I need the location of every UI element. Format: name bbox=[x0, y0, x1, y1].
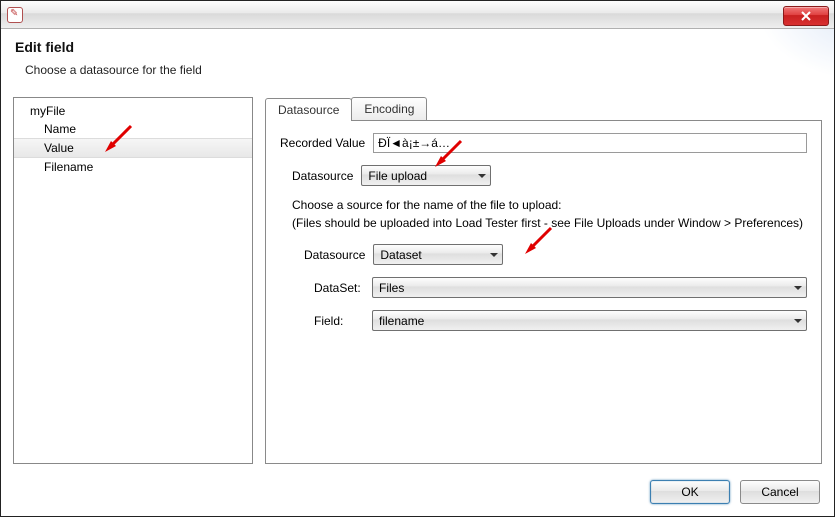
chevron-down-icon bbox=[490, 253, 498, 257]
chevron-down-icon bbox=[794, 286, 802, 290]
row-inner-datasource: Datasource Dataset bbox=[304, 244, 807, 265]
row-recorded-value: Recorded Value bbox=[280, 133, 807, 153]
right-pane: Datasource Encoding Recorded Value Datas… bbox=[265, 97, 822, 464]
dialog-body: myFile Name Value Filename Datasource En… bbox=[1, 91, 834, 470]
datasource-value: File upload bbox=[368, 169, 427, 183]
dataset-select[interactable]: Files bbox=[372, 277, 807, 298]
dataset-label: DataSet: bbox=[314, 281, 364, 295]
row-datasource: Datasource File upload bbox=[292, 165, 807, 186]
dialog-header: Edit field Choose a datasource for the f… bbox=[1, 29, 834, 91]
field-value: filename bbox=[379, 314, 424, 328]
titlebar bbox=[1, 1, 834, 29]
tab-datasource[interactable]: Datasource bbox=[265, 98, 352, 121]
tab-strip: Datasource Encoding bbox=[265, 97, 822, 120]
recorded-value-label: Recorded Value bbox=[280, 136, 365, 150]
tree-root[interactable]: myFile bbox=[14, 102, 252, 120]
cancel-button[interactable]: Cancel bbox=[740, 480, 820, 504]
upload-hint-line1: Choose a source for the name of the file… bbox=[292, 198, 807, 212]
ok-button[interactable]: OK bbox=[650, 480, 730, 504]
tab-encoding[interactable]: Encoding bbox=[351, 97, 427, 120]
row-field: Field: filename bbox=[314, 310, 807, 331]
row-dataset: DataSet: Files bbox=[314, 277, 807, 298]
close-icon bbox=[801, 11, 811, 21]
inner-datasource-label: Datasource bbox=[304, 248, 365, 262]
tree-item-name[interactable]: Name bbox=[14, 120, 252, 138]
tree-item-value[interactable]: Value bbox=[14, 138, 252, 158]
dialog-footer: OK Cancel bbox=[1, 470, 834, 516]
app-icon bbox=[7, 7, 23, 23]
datasource-label: Datasource bbox=[292, 169, 353, 183]
field-tree[interactable]: myFile Name Value Filename bbox=[13, 97, 253, 464]
tab-panel-datasource: Recorded Value Datasource File upload Ch… bbox=[265, 120, 822, 464]
datasource-select[interactable]: File upload bbox=[361, 165, 491, 186]
tree-item-filename[interactable]: Filename bbox=[14, 158, 252, 176]
chevron-down-icon bbox=[478, 174, 486, 178]
recorded-value-input[interactable] bbox=[373, 133, 807, 153]
inner-datasource-value: Dataset bbox=[380, 248, 421, 262]
upload-hint-line2: (Files should be uploaded into Load Test… bbox=[292, 216, 807, 230]
inner-datasource-select[interactable]: Dataset bbox=[373, 244, 503, 265]
field-select[interactable]: filename bbox=[372, 310, 807, 331]
field-label: Field: bbox=[314, 314, 364, 328]
chevron-down-icon bbox=[794, 319, 802, 323]
dialog-title: Edit field bbox=[15, 39, 820, 55]
dialog-subtitle: Choose a datasource for the field bbox=[25, 63, 820, 77]
dataset-value: Files bbox=[379, 281, 404, 295]
close-button[interactable] bbox=[783, 6, 829, 26]
edit-field-dialog: Edit field Choose a datasource for the f… bbox=[0, 0, 835, 517]
